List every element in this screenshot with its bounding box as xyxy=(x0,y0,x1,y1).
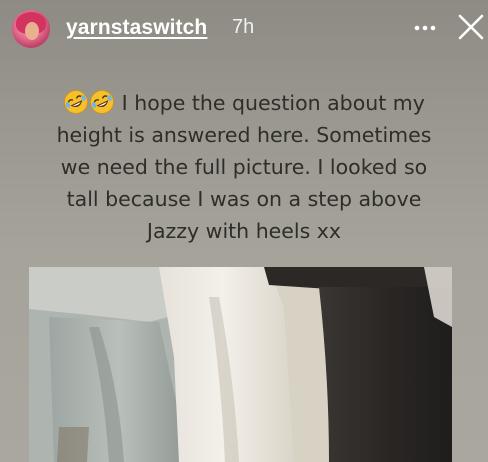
avatar-face xyxy=(25,22,39,40)
profile-avatar[interactable] xyxy=(12,10,50,48)
caption-line-3: we need the full picture. I looked so xyxy=(60,155,428,179)
username-link[interactable]: yarnstaswitch xyxy=(66,16,207,40)
close-icon[interactable] xyxy=(457,13,485,41)
post-timestamp: 7h xyxy=(232,16,255,38)
story-photo[interactable] xyxy=(29,267,452,462)
rolling-on-floor-laughing-emoji xyxy=(90,90,115,114)
photo-illustration xyxy=(29,267,452,462)
more-options-icon[interactable] xyxy=(412,14,438,40)
story-header: yarnstaswitch 7h xyxy=(0,0,488,56)
caption-text: I hope the question about my xyxy=(121,91,425,115)
caption-line-4: tall because I was on a step above xyxy=(66,187,422,211)
rolling-on-floor-laughing-emoji xyxy=(64,90,89,114)
caption-line-2: height is answered here. Sometimes xyxy=(56,123,432,147)
caption-line-1: I hope the question about my xyxy=(20,87,468,119)
caption-line-5: Jazzy with heels xx xyxy=(146,219,342,243)
story-caption: I hope the question about my height is a… xyxy=(20,87,468,247)
